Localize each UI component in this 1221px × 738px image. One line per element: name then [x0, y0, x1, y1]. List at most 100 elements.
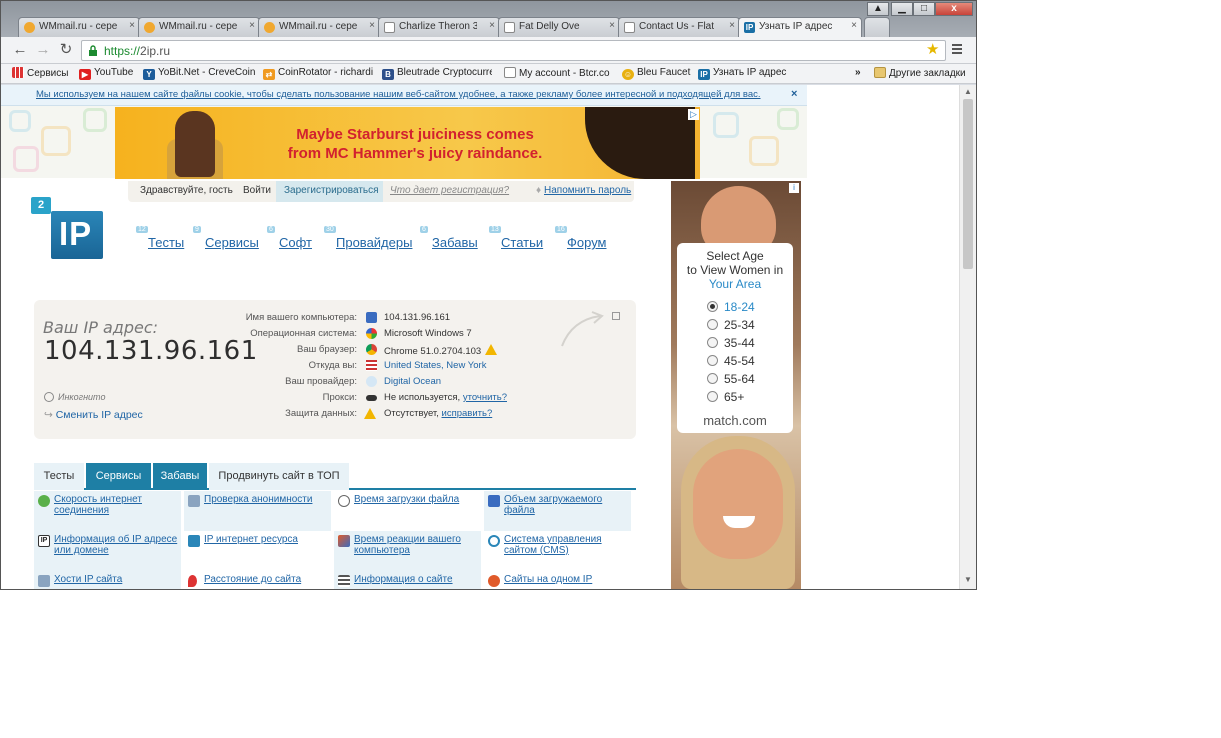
- service-distance[interactable]: Расстояние до сайта: [184, 571, 332, 589]
- page-icon: [624, 22, 635, 33]
- ad-info-icon[interactable]: i: [789, 183, 799, 193]
- register-link[interactable]: Зарегистрироваться: [276, 181, 383, 202]
- faucet-icon: ☺: [622, 69, 634, 80]
- scroll-down-icon[interactable]: ▼: [964, 575, 972, 584]
- nav-forum[interactable]: 16 Форум: [555, 226, 607, 250]
- service-speed[interactable]: Скорость интернет соединения: [34, 491, 182, 531]
- close-window-button[interactable]: x: [935, 2, 973, 16]
- site-logo[interactable]: 2 IP: [31, 197, 103, 261]
- back-arrow-icon[interactable]: ←: [11, 41, 29, 59]
- radio-icon: [707, 301, 718, 312]
- tab-2ip-active[interactable]: IP Узнать IP адрес ×: [738, 17, 862, 37]
- tab-fat-delly[interactable]: Fat Delly Ove ×: [498, 17, 620, 37]
- service-reaction-time[interactable]: Время реакции вашего компьютера: [334, 531, 482, 571]
- service-anonymity[interactable]: Проверка анонимности: [184, 491, 332, 531]
- bookmark-coinrotator[interactable]: ⇄ CoinRotator - richardi: [263, 67, 375, 80]
- tab-close-icon[interactable]: ×: [369, 20, 375, 31]
- forward-arrow-icon[interactable]: →: [34, 41, 52, 59]
- age-option-25-34[interactable]: 25-34: [707, 318, 755, 332]
- radio-icon: [707, 355, 718, 366]
- ad-figure: [585, 107, 695, 179]
- bookmark-yobit[interactable]: Y YoBit.Net - CreveCoin: [143, 67, 255, 80]
- bookmark-btcr[interactable]: My account - Btcr.co: [504, 67, 612, 79]
- tab-wmmail-1[interactable]: WMmail.ru - cepe ×: [18, 17, 140, 37]
- nav-tests[interactable]: 12 Тесты: [136, 226, 184, 250]
- age-select-panel: Select Age to View Women in Your Area 18…: [677, 243, 793, 433]
- reload-icon[interactable]: ↻: [57, 41, 75, 59]
- tab-fun[interactable]: Забавы: [153, 463, 207, 490]
- tab-wmmail-2[interactable]: WMmail.ru - cepe ×: [138, 17, 260, 37]
- proxy-check-link[interactable]: уточнить?: [463, 392, 507, 403]
- top-banner-ad[interactable]: Maybe Starburst juiciness comes from MC …: [115, 107, 700, 179]
- tab-wmmail-3[interactable]: WMmail.ru - cepe ×: [258, 17, 380, 37]
- age-option-45-54[interactable]: 45-54: [707, 354, 755, 368]
- info-row-protection: Защита данных: Отсутствует, исправить?: [285, 408, 493, 419]
- yobit-icon: Y: [143, 69, 155, 80]
- nav-soft[interactable]: 6 Софт: [267, 226, 312, 250]
- maximize-button[interactable]: □: [913, 2, 935, 16]
- bookmark-services[interactable]: Сервисы: [12, 67, 68, 79]
- box-collapse-icon[interactable]: [612, 312, 620, 320]
- hosting-icon: [38, 575, 50, 587]
- nav-providers[interactable]: 30 Провайдеры: [324, 226, 412, 250]
- tab-close-icon[interactable]: ×: [609, 20, 615, 31]
- address-bar[interactable]: https://2ip.ru: [81, 40, 946, 61]
- service-site-info[interactable]: Информация о сайте: [334, 571, 482, 589]
- service-cms[interactable]: Система управления сайтом (CMS): [484, 531, 632, 571]
- other-bookmarks-folder[interactable]: Другие закладки: [874, 67, 966, 79]
- ad-headline: Maybe Starburst juiciness comes from MC …: [287, 126, 543, 162]
- bookmark-bleu-faucet[interactable]: ☺ Bleu Faucet: [622, 67, 690, 80]
- login-link[interactable]: Войти: [243, 185, 271, 196]
- profile-icon[interactable]: ▲: [867, 2, 889, 16]
- why-register-link[interactable]: Что дает регистрация?: [390, 185, 509, 196]
- age-option-55-64[interactable]: 55-64: [707, 372, 755, 386]
- bookmark-star-icon[interactable]: ★: [926, 40, 939, 58]
- tab-close-icon[interactable]: ×: [249, 20, 255, 31]
- tab-close-icon[interactable]: ×: [129, 20, 135, 31]
- key-icon: ♦: [536, 185, 542, 196]
- tab-promote-site[interactable]: Продвинуть сайт в ТОП: [209, 463, 349, 490]
- service-download-time[interactable]: Время загрузки файла: [334, 491, 482, 531]
- bookmarks-more-button[interactable]: »: [855, 67, 861, 78]
- nav-fun[interactable]: 6 Забавы: [420, 226, 478, 250]
- age-option-65-plus[interactable]: 65+: [707, 390, 744, 404]
- bookmark-youtube[interactable]: ▶ YouTube: [79, 67, 133, 80]
- tab-close-icon[interactable]: ×: [489, 20, 495, 31]
- service-ip-resource[interactable]: IP интернет ресурса: [184, 531, 332, 571]
- bleutrade-icon: B: [382, 69, 394, 80]
- new-tab-button[interactable]: [864, 17, 890, 37]
- menu-icon[interactable]: [951, 43, 963, 55]
- cookie-notice-text[interactable]: Мы используем на нашем сайте файлы cooki…: [36, 89, 776, 100]
- age-option-18-24[interactable]: 18-24: [707, 300, 755, 314]
- nav-articles[interactable]: 13 Статьи: [489, 226, 543, 250]
- remind-password-link[interactable]: Напомнить пароль: [544, 185, 631, 196]
- ip-info-icon: IP: [38, 535, 50, 547]
- logo-badge: 2: [31, 197, 51, 214]
- tab-tests[interactable]: Тесты: [34, 463, 84, 490]
- page-icon: [504, 22, 515, 33]
- service-ip-info[interactable]: IP Информация об IP адресе или домене: [34, 531, 182, 571]
- age-option-35-44[interactable]: 35-44: [707, 336, 755, 350]
- ad-info-icon[interactable]: ▷: [688, 109, 699, 120]
- reaction-icon: [338, 535, 350, 547]
- tab-charlize[interactable]: Charlize Theron 3 ×: [378, 17, 500, 37]
- radio-icon: [707, 373, 718, 384]
- tab-close-icon[interactable]: ×: [851, 20, 857, 31]
- vertical-scrollbar[interactable]: ▲ ▼: [959, 85, 976, 589]
- fix-protection-link[interactable]: исправить?: [442, 408, 493, 419]
- side-banner-ad[interactable]: i Select Age to View Women in Your Area …: [671, 181, 801, 589]
- bookmark-2ip[interactable]: IP Узнать IP адрес: [698, 67, 786, 80]
- ad-person-head: [175, 111, 215, 177]
- bookmark-bleutrade[interactable]: B Bleutrade Cryptocurre: [382, 67, 492, 80]
- minimize-button[interactable]: ▁: [891, 2, 913, 16]
- cookie-close-icon[interactable]: ×: [791, 88, 797, 100]
- scroll-up-icon[interactable]: ▲: [964, 87, 972, 96]
- tab-close-icon[interactable]: ×: [729, 20, 735, 31]
- nav-services[interactable]: 9 Сервисы: [193, 226, 259, 250]
- tab-contact-us[interactable]: Contact Us - Flat ×: [618, 17, 740, 37]
- service-sites-same-ip[interactable]: Сайты на одном IP: [484, 571, 632, 589]
- service-file-size[interactable]: Объем загружаемого файла: [484, 491, 632, 531]
- service-hosting[interactable]: Хости IP сайта: [34, 571, 182, 589]
- scroll-thumb[interactable]: [963, 99, 973, 269]
- tab-services[interactable]: Сервисы: [86, 463, 151, 490]
